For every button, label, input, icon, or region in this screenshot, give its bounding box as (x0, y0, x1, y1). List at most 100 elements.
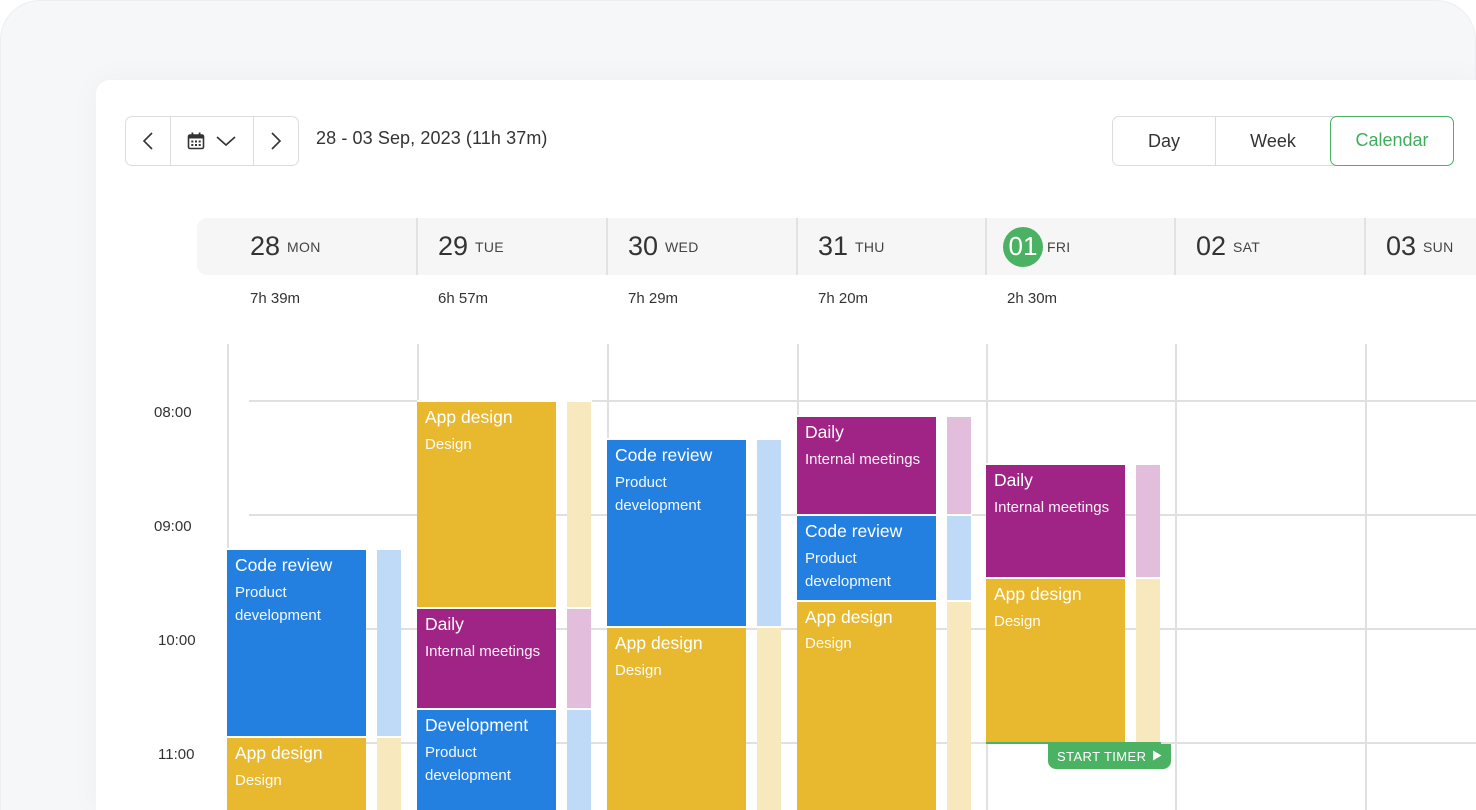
time-entry-separator (797, 415, 972, 418)
time-entry[interactable]: Daily Internal meetings (986, 463, 1125, 578)
time-entry[interactable]: App design Design (797, 600, 936, 810)
day-name: THU (855, 238, 885, 255)
time-entry-separator (607, 438, 782, 440)
time-entry-separator (797, 514, 972, 516)
time-entry[interactable]: Code review Product development (227, 549, 366, 738)
time-entry[interactable]: Daily Internal meetings (417, 608, 556, 709)
time-entry-indicator (947, 515, 971, 601)
time-entry-title: App design (805, 606, 893, 627)
time-entry-separator (607, 626, 782, 629)
day-name: TUE (475, 238, 504, 255)
calendar-icon (187, 132, 205, 150)
time-entry-title: Development (425, 714, 529, 735)
time-entry-title: Daily (805, 422, 844, 443)
day-number: 02 (1196, 231, 1227, 261)
day-number: 29 (438, 231, 469, 261)
time-entry[interactable]: Code review Product development (797, 515, 936, 601)
time-entry[interactable]: App design Design (417, 401, 556, 609)
time-entry-title: App design (615, 633, 703, 654)
time-entry-indicator (567, 608, 591, 709)
time-entry[interactable]: Development Product development (417, 708, 556, 810)
tab-calendar[interactable]: Calendar (1330, 115, 1454, 166)
time-entry-title: Code review (615, 445, 713, 465)
time-entry-title: App design (994, 583, 1082, 604)
day-number: 30 (628, 231, 659, 261)
day-total-duration: 7h 39m (250, 290, 301, 307)
day-name: SAT (1233, 238, 1261, 255)
time-entry-project: Design (425, 435, 472, 453)
time-entry-indicator (757, 439, 781, 628)
time-entry-title: Daily (425, 614, 464, 635)
day-header-mon[interactable]: 28 MON (197, 218, 387, 275)
time-entry-separator (986, 576, 1161, 579)
tab-week[interactable]: Week (1215, 117, 1330, 165)
time-entry-project: Product development (425, 743, 511, 784)
time-entry-indicator (567, 708, 591, 810)
time-entry-project: Product development (235, 584, 321, 625)
time-entry[interactable]: App design Design (986, 577, 1125, 743)
day-number: 31 (818, 231, 849, 261)
chevron-down-icon (216, 136, 236, 147)
time-entry-separator (227, 736, 402, 739)
time-entry-title: App design (425, 407, 513, 427)
time-entry-indicator (1136, 463, 1160, 578)
chevron-left-icon (142, 132, 153, 150)
time-entry[interactable]: App design Design (227, 737, 366, 810)
time-entry-title: Daily (994, 469, 1033, 490)
time-entry-indicator (1136, 577, 1160, 743)
date-range-label: 28 - 03 Sep, 2023 (11h 37m) (316, 128, 548, 148)
time-entry-project: Internal meetings (805, 451, 921, 469)
day-total-duration: 7h 20m (818, 290, 869, 307)
start-timer-button[interactable]: START TIMER (1048, 744, 1172, 769)
time-label: 08:00 (154, 404, 192, 421)
time-entry[interactable]: Daily Internal meetings (797, 416, 936, 515)
day-header-row: 28 MON 29 TUE 30 WED 31 THU 01 FRI 02 SAT 03 SUN (197, 218, 1476, 275)
day-column-divider (1175, 344, 1177, 810)
day-header-thu[interactable]: 31 THU (796, 218, 985, 275)
day-header-wed[interactable]: 30 WED (606, 218, 796, 275)
time-entry-title: Code review (805, 521, 903, 541)
time-entry-separator (797, 599, 972, 602)
day-total-duration: 6h 57m (438, 290, 489, 307)
time-label: 11:00 (158, 746, 195, 763)
time-entry-project: Design (805, 635, 852, 653)
time-entry-indicator (947, 600, 971, 810)
next-week-button[interactable] (253, 117, 297, 165)
previous-week-button[interactable] (126, 117, 170, 165)
time-label: 10:00 (158, 632, 196, 649)
time-entry-title: App design (235, 743, 323, 764)
time-entry-project: Product development (805, 549, 891, 590)
day-header-sun[interactable]: 03 SUN (1364, 218, 1475, 275)
date-picker-button[interactable] (170, 117, 253, 165)
time-entry-indicator (947, 416, 971, 515)
time-entry-title: Code review (235, 555, 333, 576)
day-column-divider (1365, 344, 1367, 810)
time-entry-separator (417, 607, 592, 610)
time-entry[interactable]: Code review Product development (607, 439, 746, 628)
time-entry-project: Internal meetings (425, 642, 541, 660)
time-entry-project: Product development (615, 473, 701, 514)
time-entry[interactable]: App design Design (607, 627, 746, 810)
chevron-right-icon (270, 132, 281, 150)
day-name: MON (287, 238, 321, 255)
start-timer-label: START TIMER (1057, 749, 1147, 764)
day-header-sat[interactable]: 02 SAT (1174, 218, 1364, 275)
day-name: SUN (1423, 238, 1454, 255)
time-entry-separator (227, 548, 402, 551)
time-entry-project: Internal meetings (994, 498, 1110, 516)
time-entry-indicator (377, 549, 401, 738)
day-header-fri[interactable]: 01 FRI (985, 218, 1174, 275)
time-entry-indicator (567, 401, 591, 609)
day-name: FRI (1047, 238, 1071, 255)
day-total-duration: 2h 30m (1007, 290, 1058, 307)
date-navigation (125, 116, 299, 166)
today-date-badge: 01 (1003, 226, 1043, 267)
time-entry-separator (417, 707, 592, 710)
tab-day[interactable]: Day (1113, 117, 1215, 165)
day-name: WED (665, 238, 699, 255)
time-entry-indicator (377, 737, 401, 810)
day-header-tue[interactable]: 29 TUE (416, 218, 606, 275)
time-entry-separator (986, 462, 1161, 465)
view-switcher: Day Week Calendar (1112, 115, 1454, 166)
time-entry-project: Design (235, 772, 282, 790)
